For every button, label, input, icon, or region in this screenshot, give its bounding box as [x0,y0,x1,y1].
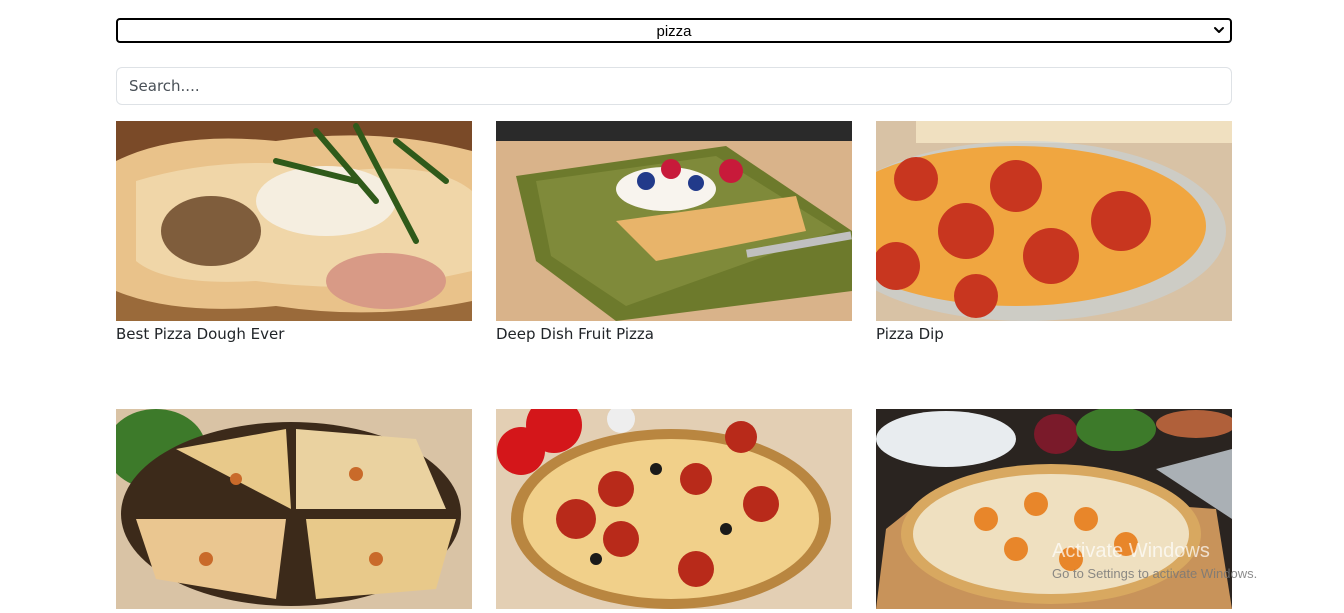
category-select-value: pizza [656,23,692,40]
recipe-title[interactable]: Deep Dish Fruit Pizza [496,325,852,343]
category-select[interactable]: pizza [116,18,1232,43]
recipe-image[interactable] [496,409,852,609]
recipe-title[interactable]: Best Pizza Dough Ever [116,325,472,343]
recipe-image[interactable] [496,121,852,321]
watermark-title: Activate Windows [1052,540,1210,562]
recipe-card[interactable]: Deep Dish Fruit Pizza [496,121,852,343]
chevron-down-icon [1214,27,1224,33]
recipe-image[interactable] [876,121,1232,321]
recipe-image[interactable] [116,121,472,321]
recipe-title[interactable]: Pizza Dip [876,325,1232,343]
recipe-card[interactable]: Best Pizza Dough Ever [116,121,472,343]
recipe-image[interactable] [116,409,472,609]
recipe-card[interactable] [116,409,472,613]
recipe-card[interactable] [876,409,1232,613]
search-input[interactable] [116,67,1232,105]
watermark-subtitle: Go to Settings to activate Windows. [1052,566,1258,581]
activate-windows-watermark: Activate Windows Go to Settings to activ… [1052,540,1257,581]
recipe-card[interactable] [496,409,852,613]
recipe-card[interactable]: Pizza Dip [876,121,1232,343]
